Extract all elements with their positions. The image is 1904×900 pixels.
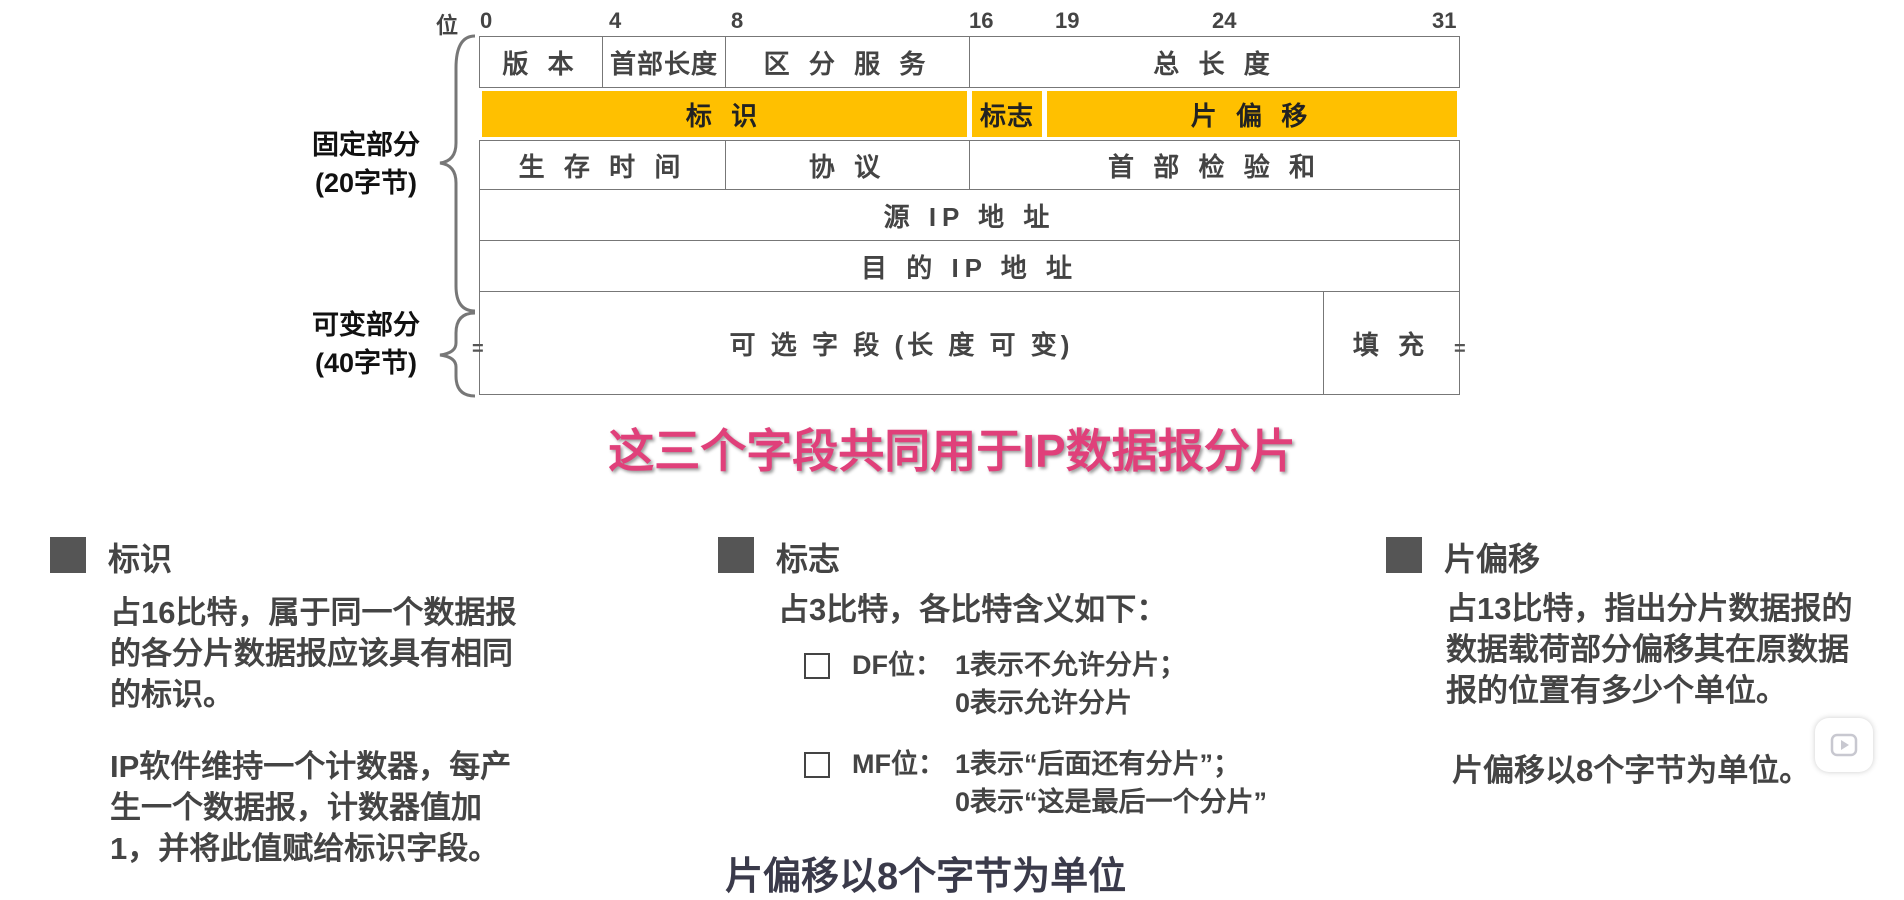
cell-header-length: 首部长度 (602, 36, 726, 88)
text-line: 1表示“后面还有分片”； (955, 749, 1241, 779)
play-icon (1830, 733, 1858, 757)
cell-version: 版 本 (479, 36, 603, 88)
brace-fixed (439, 34, 476, 313)
offset-desc: 占13比特，指出分片数据报的 数据载荷部分偏移其在原数据 报的位置有多少个单位。 (1446, 588, 1852, 711)
video-subtitle: 片偏移以8个字节为单位 (725, 856, 1127, 898)
fixed-part-label: 固定部分 (20字节) (296, 126, 436, 202)
square-bullet-icon (718, 537, 754, 573)
mf-desc: 1表示“后面还有分片”； 0表示“这是最后一个分片” (955, 745, 1267, 821)
bit-number: 16 (969, 8, 994, 33)
mf-label: MF位： (852, 749, 945, 779)
square-bullet-icon (50, 537, 86, 573)
cell-total-length: 总 长 度 (969, 36, 1460, 88)
video-play-button[interactable] (1815, 718, 1873, 772)
bit-number: 8 (731, 8, 744, 33)
checkbox-square-icon (804, 653, 830, 679)
cell-diff-services: 区 分 服 务 (725, 36, 970, 88)
identification-title: 标识 (108, 541, 173, 577)
text-line: 占16比特，属于同一个数据报 (110, 595, 517, 630)
identification-counter-desc: IP软件维持一个计数器，每产 生一个数据报，计数器值加 1，并将此值赋给标识字段… (110, 746, 511, 869)
cell-source-ip: 源 IP 地 址 (479, 189, 1460, 241)
flags-title: 标志 (776, 541, 841, 577)
cell-padding: 填 充 (1323, 291, 1460, 395)
cell-protocol: 协 议 (725, 140, 970, 190)
text-line: IP软件维持一个计数器，每产 (110, 749, 512, 784)
fragmentation-caption: 这三个字段共同用于IP数据报分片 (608, 425, 1296, 477)
text-line: 0表示“这是最后一个分片” (955, 787, 1268, 817)
variable-part-size: (40字节) (314, 348, 417, 378)
flags-intro: 占3比特，各比特含义如下： (778, 592, 1168, 627)
fixed-part-size: (20字节) (314, 168, 417, 198)
cell-header-checksum: 首 部 检 验 和 (969, 140, 1460, 190)
text-line: 1，并将此值赋给标识字段。 (110, 831, 500, 866)
variable-part-label: 可变部分 (40字节) (296, 306, 436, 382)
cell-destination-ip: 目 的 IP 地 址 (479, 240, 1460, 292)
text-line: 的各分片数据报应该具有相同 (110, 636, 513, 671)
brace-group (439, 34, 476, 398)
text-line: 数据载荷部分偏移其在原数据 (1446, 632, 1849, 667)
fixed-part-title: 固定部分 (312, 130, 420, 160)
cell-options: 可 选 字 段 (长 度 可 变) (479, 291, 1324, 395)
checkbox-square-icon (804, 752, 830, 778)
bit-number: 31 (1432, 8, 1457, 33)
bit-number: 19 (1055, 8, 1080, 33)
text-line: 生一个数据报，计数器值加 (110, 790, 482, 825)
cell-flags: 标志 (969, 88, 1045, 140)
text-line: 0表示允许分片 (955, 688, 1133, 718)
cell-fragment-offset: 片 偏 移 (1044, 88, 1460, 140)
bit-number: 4 (609, 8, 622, 33)
text-line: 报的位置有多少个单位。 (1446, 673, 1787, 708)
square-bullet-icon (1386, 537, 1422, 573)
offset-unit-note: 片偏移以8个字节为单位。 (1452, 753, 1811, 788)
text-line: 的标识。 (110, 677, 234, 712)
cell-ttl: 生 存 时 间 (479, 140, 726, 190)
df-desc: 1表示不允许分片； 0表示允许分片 (955, 646, 1186, 722)
bit-number: 24 (1212, 8, 1237, 33)
text-line: 占13比特，指出分片数据报的 (1446, 591, 1853, 626)
break-mark-right: = (1454, 338, 1466, 360)
variable-part-title: 可变部分 (312, 310, 420, 340)
offset-title: 片偏移 (1444, 541, 1541, 577)
text-line: 1表示不允许分片； (955, 650, 1187, 680)
brace-variable (439, 311, 476, 398)
df-label: DF位： (852, 650, 942, 680)
identification-desc: 占16比特，属于同一个数据报 的各分片数据报应该具有相同 的标识。 (110, 592, 516, 715)
cell-identification: 标 识 (479, 88, 970, 140)
